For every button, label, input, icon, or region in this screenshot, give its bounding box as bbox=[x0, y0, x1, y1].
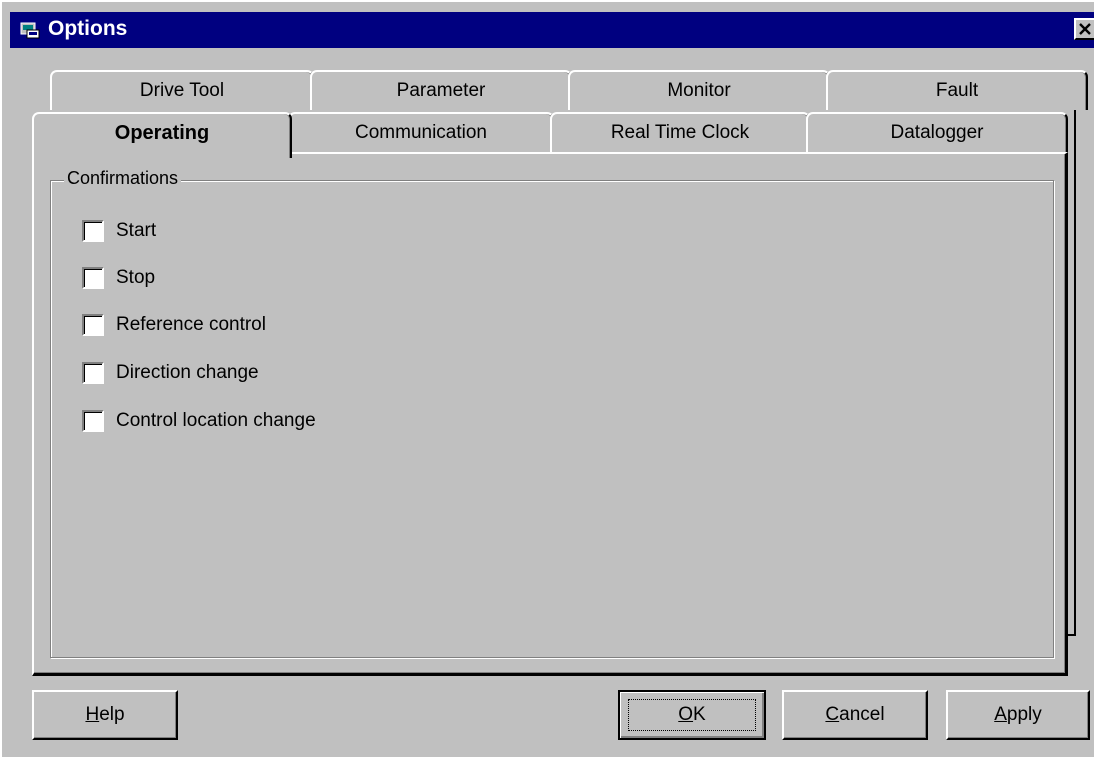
tab-fault[interactable]: Fault bbox=[826, 70, 1088, 110]
checkbox-label: Direction change bbox=[116, 362, 259, 383]
cancel-label-rest: ancel bbox=[839, 704, 885, 725]
tab-real-time-clock[interactable]: Real Time Clock bbox=[550, 112, 810, 152]
checkbox-label: Stop bbox=[116, 267, 156, 288]
help-mnemonic: H bbox=[85, 704, 100, 725]
checkbox-label: Reference control bbox=[116, 314, 266, 335]
apply-button[interactable]: Apply bbox=[946, 690, 1090, 740]
checkbox-label: Control location change bbox=[116, 410, 316, 431]
help-label-rest: elp bbox=[99, 704, 125, 725]
checkbox-box[interactable] bbox=[82, 314, 104, 336]
checkbox-box[interactable] bbox=[82, 410, 104, 432]
options-dialog: Options Drive Tool Parameter Monitor Fau… bbox=[0, 0, 1094, 757]
checkbox-box[interactable] bbox=[82, 362, 104, 384]
close-button[interactable] bbox=[1074, 18, 1094, 40]
help-button[interactable]: Help bbox=[32, 690, 178, 740]
cancel-button[interactable]: Cancel bbox=[782, 690, 928, 740]
window-title: Options bbox=[48, 17, 128, 40]
tab-label: Real Time Clock bbox=[610, 122, 750, 143]
checkbox-box[interactable] bbox=[82, 267, 104, 289]
tab-label: Communication bbox=[355, 122, 487, 143]
tab-label: Parameter bbox=[396, 80, 486, 101]
tab-drive-tool[interactable]: Drive Tool bbox=[50, 70, 314, 110]
checkbox-label: Start bbox=[116, 220, 157, 241]
app-window-icon bbox=[20, 20, 40, 40]
tab-label: Operating bbox=[114, 122, 210, 144]
tab-label: Datalogger bbox=[890, 122, 984, 143]
tab-label: Fault bbox=[935, 80, 979, 101]
cancel-mnemonic: C bbox=[825, 704, 840, 725]
apply-label-rest: pply bbox=[1006, 704, 1042, 725]
tab-datalogger[interactable]: Datalogger bbox=[806, 112, 1068, 152]
tab-label: Monitor bbox=[667, 80, 731, 101]
tab-page-operating: Confirmations Start Stop Reference contr… bbox=[32, 152, 1068, 676]
apply-mnemonic: A bbox=[994, 704, 1007, 725]
ok-mnemonic: O bbox=[678, 704, 694, 725]
title-bar[interactable]: Options bbox=[10, 12, 1094, 48]
tab-communication[interactable]: Communication bbox=[288, 112, 554, 152]
tab-label: Drive Tool bbox=[139, 80, 225, 101]
ok-button[interactable]: OK bbox=[618, 690, 766, 740]
tab-parameter[interactable]: Parameter bbox=[310, 70, 572, 110]
checkbox-box[interactable] bbox=[82, 220, 104, 242]
tab-operating[interactable]: Operating bbox=[32, 112, 292, 158]
ok-label-rest: K bbox=[693, 704, 706, 725]
tab-monitor[interactable]: Monitor bbox=[568, 70, 830, 110]
close-icon bbox=[1079, 23, 1091, 35]
confirmations-group-label: Confirmations bbox=[64, 168, 182, 189]
